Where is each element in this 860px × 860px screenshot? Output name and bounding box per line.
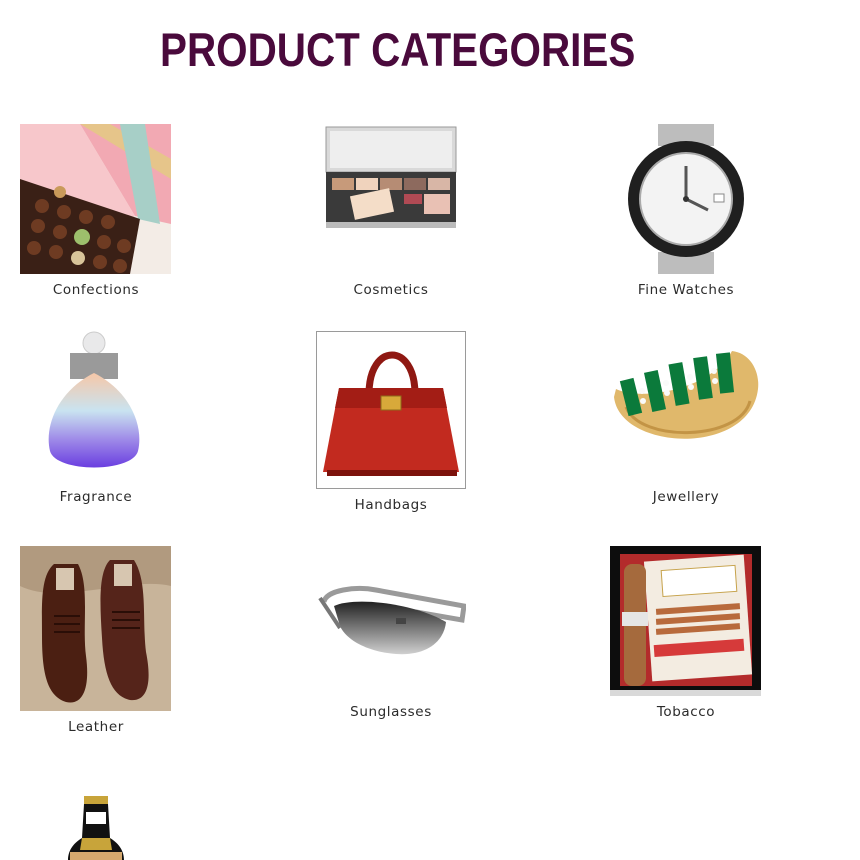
wristwatch-image[interactable] xyxy=(610,124,761,274)
category-label-jewellery[interactable]: Jewellery xyxy=(610,489,762,505)
cigar-box-image[interactable] xyxy=(610,546,761,696)
leather-shoes-image[interactable] xyxy=(20,546,171,711)
page-title: PRODUCT CATEGORIES xyxy=(160,23,636,76)
category-tile-leather[interactable]: Leather xyxy=(20,546,172,746)
category-label-handbags[interactable]: Handbags xyxy=(316,497,466,513)
champagne-bottle-image[interactable] xyxy=(20,768,156,860)
category-label-leather[interactable]: Leather xyxy=(20,719,172,735)
chocolate-box-image[interactable] xyxy=(20,124,171,274)
category-tile-fragrance[interactable]: Fragrance xyxy=(20,331,172,511)
category-tile-cosmetics[interactable]: Cosmetics xyxy=(316,124,466,304)
gem-ring-image[interactable] xyxy=(610,331,761,481)
category-label-tobacco[interactable]: Tobacco xyxy=(610,704,762,720)
category-label-sunglasses[interactable]: Sunglasses xyxy=(316,704,466,720)
category-label-confections[interactable]: Confections xyxy=(20,282,172,298)
red-handbag-image[interactable] xyxy=(316,331,466,489)
makeup-palette-image[interactable] xyxy=(316,124,466,274)
category-tile-champagne[interactable] xyxy=(20,768,172,860)
sunglasses-image[interactable] xyxy=(316,546,466,696)
category-label-cosmetics[interactable]: Cosmetics xyxy=(316,282,466,298)
category-label-fragrance[interactable]: Fragrance xyxy=(20,489,172,505)
perfume-bottle-image[interactable] xyxy=(20,331,171,481)
category-label-fine-watches[interactable]: Fine Watches xyxy=(610,282,762,298)
category-tile-fine-watches[interactable]: Fine Watches xyxy=(610,124,762,304)
category-tile-jewellery[interactable]: Jewellery xyxy=(610,331,762,511)
category-tile-handbags[interactable]: Handbags xyxy=(316,331,466,521)
category-tile-sunglasses[interactable]: Sunglasses xyxy=(316,546,466,731)
category-tile-tobacco[interactable]: Tobacco xyxy=(610,546,762,731)
category-tile-confections[interactable]: Confections xyxy=(20,124,172,304)
